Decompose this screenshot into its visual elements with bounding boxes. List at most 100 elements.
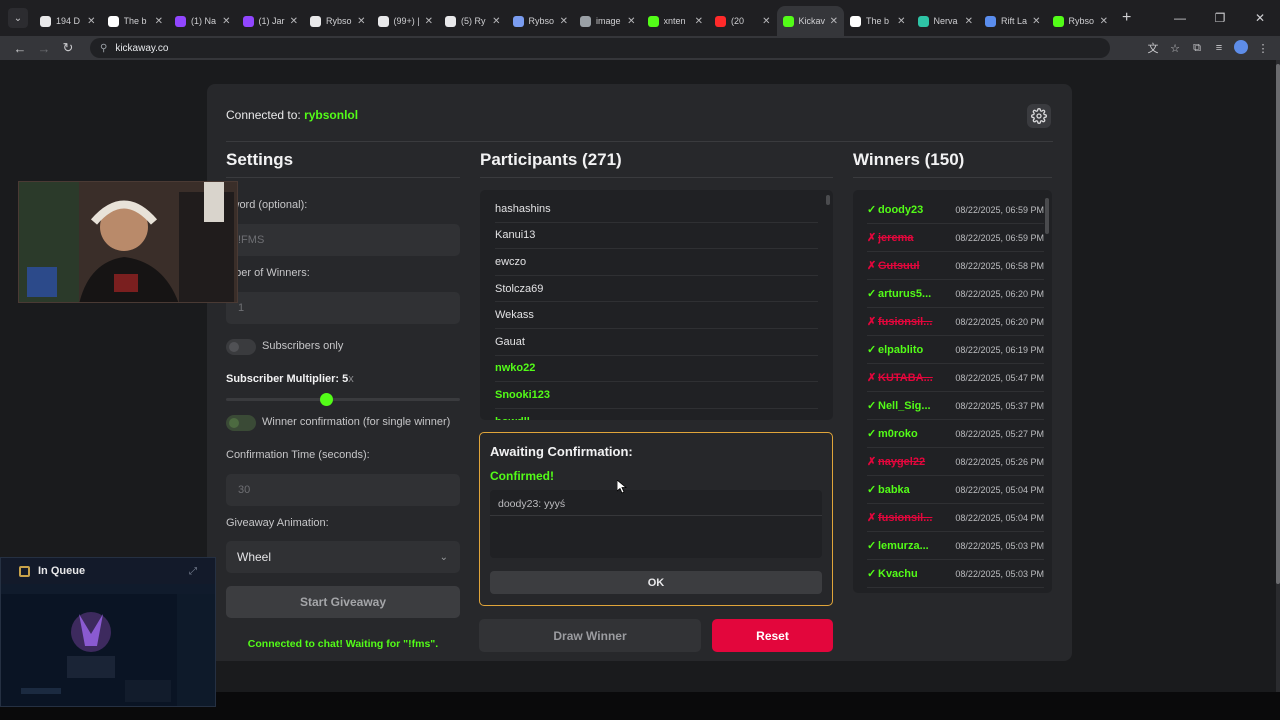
tab-close-icon[interactable]: ✕ [830, 16, 838, 27]
back-icon[interactable]: ← [8, 41, 32, 56]
browser-tab-bar: ⌄ 194 D ✕ The b ✕ (1) Na ✕ (1) Jar ✕ Rybso ✕ (99+)… [0, 0, 1280, 36]
tab-close-icon[interactable]: ✕ [695, 16, 703, 27]
participant-row[interactable]: ewczo [495, 249, 818, 276]
winner-row[interactable]: ✓ Kvachu 08/22/2025, 05:03 PM [867, 560, 1044, 588]
browser-tab[interactable]: (99+) | ✕ [372, 6, 440, 36]
browser-tab[interactable]: Rybso ✕ [507, 6, 575, 36]
tab-close-icon[interactable]: ✕ [155, 16, 163, 27]
browser-tab[interactable]: Nerva ✕ [912, 6, 980, 36]
tab-close-icon[interactable]: ✕ [762, 16, 770, 27]
participant-row[interactable]: hashashins [495, 196, 818, 223]
winner-time: 08/22/2025, 06:59 PM [955, 232, 1044, 243]
site-info-icon[interactable]: ⚲ [100, 43, 107, 54]
browser-tab[interactable]: The b ✕ [844, 6, 912, 36]
participants-list[interactable]: hashashins Kanui13 ewczo Stolcza69 Wekass Gau… [480, 190, 833, 420]
tab-close-icon[interactable]: ✕ [222, 16, 230, 27]
winner-row[interactable]: ✗ naygel22 08/22/2025, 05:26 PM [867, 448, 1044, 476]
browser-tab[interactable]: Kickav ✕ [776, 6, 844, 36]
page-scrollbar-thumb[interactable] [1276, 64, 1280, 584]
subscribers-only-toggle[interactable] [226, 339, 256, 355]
browser-tab[interactable]: Rift La ✕ [979, 6, 1047, 36]
bookmark-star-icon[interactable]: ☆ [1164, 42, 1186, 55]
participant-row[interactable]: Wekass [495, 302, 818, 329]
tab-close-icon[interactable]: ✕ [87, 16, 95, 27]
browser-tab[interactable]: (20 ✕ [709, 6, 777, 36]
winner-row[interactable]: ✓ m0roko 08/22/2025, 05:27 PM [867, 420, 1044, 448]
confirmation-time-input[interactable]: 30 [226, 474, 460, 506]
winner-row[interactable]: ✓ arturus5... 08/22/2025, 06:20 PM [867, 280, 1044, 308]
winner-row[interactable]: ✗ fusionsil... 08/22/2025, 06:20 PM [867, 308, 1044, 336]
participant-row[interactable]: Kanui13 [495, 223, 818, 250]
browser-tab[interactable]: (1) Jar ✕ [237, 6, 305, 36]
translate-icon[interactable]: 文 [1142, 40, 1164, 56]
draw-winner-button[interactable]: Draw Winner [479, 619, 701, 652]
browser-tab[interactable]: The b ✕ [102, 6, 170, 36]
restore-icon[interactable]: ❐ [1200, 0, 1240, 36]
reset-button[interactable]: Reset [712, 619, 833, 652]
winner-row[interactable]: ✗ KUTABA... 08/22/2025, 05:47 PM [867, 364, 1044, 392]
keyword-input[interactable]: !FMS [226, 224, 460, 256]
tab-favicon-icon [445, 15, 456, 27]
tab-close-icon[interactable]: ✕ [1100, 16, 1108, 27]
address-bar[interactable]: ⚲ kickaway.co [90, 38, 1110, 58]
tab-label: The b [123, 16, 147, 26]
forward-icon[interactable]: → [32, 41, 56, 56]
close-window-icon[interactable]: ✕ [1240, 0, 1280, 36]
browser-tab[interactable]: image ✕ [574, 6, 642, 36]
winner-row[interactable]: ✗ fusionsil... 08/22/2025, 05:04 PM [867, 504, 1044, 532]
multiplier-slider-track[interactable] [226, 398, 460, 401]
minimize-icon[interactable]: — [1160, 0, 1200, 36]
tab-close-icon[interactable]: ✕ [897, 16, 905, 27]
browser-tab[interactable]: (5) Ry ✕ [439, 6, 507, 36]
tab-close-icon[interactable]: ✕ [627, 16, 635, 27]
winners-list[interactable]: ✓ doody23 08/22/2025, 06:59 PM ✗ jerema 08/22… [853, 190, 1052, 593]
winner-row[interactable]: ✓ doody23 08/22/2025, 06:59 PM [867, 196, 1044, 224]
extensions-icon[interactable]: ⧉ [1186, 42, 1208, 55]
winner-row[interactable]: ✗ jerema 08/22/2025, 06:59 PM [867, 224, 1044, 252]
winner-confirmation-toggle[interactable] [226, 415, 256, 431]
tab-close-icon[interactable]: ✕ [1032, 16, 1040, 27]
tab-close-icon[interactable]: ✕ [492, 16, 500, 27]
browser-tab[interactable]: Rybso ✕ [1047, 6, 1115, 36]
winner-time: 08/22/2025, 05:37 PM [955, 400, 1044, 411]
tab-close-icon[interactable]: ✕ [965, 16, 973, 27]
browser-tab[interactable]: 194 D ✕ [34, 6, 102, 36]
participant-row[interactable]: bowdll [495, 409, 818, 420]
winner-row[interactable]: ✓ Nell_Sig... 08/22/2025, 05:37 PM [867, 392, 1044, 420]
ok-button[interactable]: OK [490, 571, 822, 594]
winner-row[interactable]: ✓ babka 08/22/2025, 05:04 PM [867, 476, 1044, 504]
participant-row[interactable]: Snooki123 [495, 382, 818, 409]
new-tab-button[interactable]: + [1122, 9, 1131, 27]
tab-label: Nerva [933, 16, 958, 26]
participant-row[interactable]: Gauat [495, 329, 818, 356]
winner-row[interactable]: ✓ elpablito 08/22/2025, 06:19 PM [867, 336, 1044, 364]
tab-close-icon[interactable]: ✕ [290, 16, 298, 27]
tab-search-button[interactable]: ⌄ [8, 8, 28, 28]
media-control-icon[interactable]: ≡ [1208, 42, 1230, 54]
tab-label: Kickav [798, 16, 826, 26]
participant-row[interactable]: Stolcza69 [495, 276, 818, 303]
settings-divider [226, 177, 460, 178]
start-giveaway-button[interactable]: Start Giveaway [226, 586, 460, 618]
browser-tab[interactable]: (1) Na ✕ [169, 6, 237, 36]
participant-row[interactable]: nwko22 [495, 356, 818, 383]
winners-count-input[interactable]: 1 [226, 292, 460, 324]
winner-time: 08/22/2025, 05:04 PM [955, 512, 1044, 523]
popout-icon[interactable]: ⤢ [189, 566, 197, 577]
tab-label: (5) Ry [461, 16, 486, 26]
menu-kebab-icon[interactable]: ⋮ [1252, 42, 1274, 55]
tab-close-icon[interactable]: ✕ [425, 16, 433, 27]
animation-select[interactable]: Wheel ⌄ [226, 541, 460, 573]
tab-close-icon[interactable]: ✕ [357, 16, 365, 27]
tab-close-icon[interactable]: ✕ [560, 16, 568, 27]
profile-avatar[interactable] [1230, 39, 1252, 57]
settings-gear-button[interactable] [1027, 104, 1051, 128]
participants-scrollbar[interactable] [826, 195, 830, 205]
winner-row[interactable]: ✗ Gutsuul 08/22/2025, 06:58 PM [867, 252, 1044, 280]
browser-tab[interactable]: xnten ✕ [642, 6, 710, 36]
winners-scrollbar[interactable] [1045, 198, 1049, 234]
winner-row[interactable]: ✓ lemurza... 08/22/2025, 05:03 PM [867, 532, 1044, 560]
browser-tab[interactable]: Rybso ✕ [304, 6, 372, 36]
tab-favicon-icon [310, 15, 321, 27]
reload-icon[interactable]: ↻ [56, 40, 80, 56]
